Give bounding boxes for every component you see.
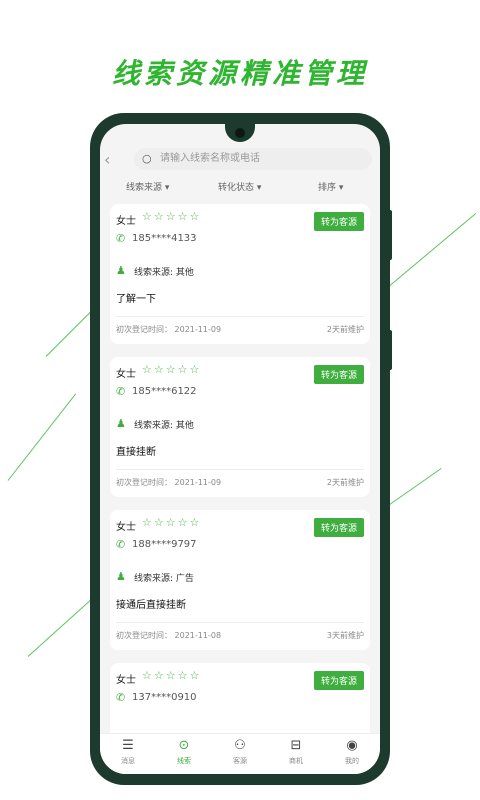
clue-note: 接通后直接挂断 [116, 600, 186, 611]
filter-bar: 线索来源 ▾ 转化状态 ▾ 排序 ▾ [100, 178, 380, 196]
bottom-tab-bar: ☰ 消息 ⊙ 线索 ⚇ 客源 ⊟ 商机 ◉ 我的 [100, 733, 380, 774]
clue-note: 直接挂断 [116, 447, 156, 458]
phone-side-button [388, 330, 392, 370]
tab-label: 我的 [345, 757, 359, 765]
clue-card[interactable]: 女士 ☆☆☆☆☆ 转为客源 ✆ 185****6122 ♟ 线索来源: 其他 直… [110, 357, 370, 497]
contact-name: 女士 [116, 675, 136, 686]
phone-number: 185****4133 [132, 233, 197, 244]
filter-status[interactable]: 转化状态 ▾ [218, 180, 261, 193]
camera [235, 128, 245, 138]
convert-button[interactable]: 转为客源 [313, 365, 364, 384]
divider [116, 469, 364, 470]
source-icon: ♟ [116, 417, 126, 430]
tab-messages[interactable]: ☰ 消息 [100, 738, 156, 766]
top-bar: ‹ ○ 请输入线索名称或电话 [100, 144, 380, 174]
register-date: 初次登记时间： 2021-11-09 [116, 478, 222, 487]
last-maintained: 3天前维护 [326, 631, 364, 640]
last-maintained: 2天前维护 [326, 325, 364, 334]
business-icon: ⊟ [290, 738, 302, 753]
register-date: 初次登记时间： 2021-11-08 [116, 631, 222, 640]
phone-number: 185****6122 [132, 386, 197, 397]
search-placeholder: 请输入线索名称或电话 [160, 153, 260, 164]
register-date: 初次登记时间： 2021-11-09 [116, 325, 222, 334]
source-icon: ♟ [116, 570, 126, 583]
profile-icon: ◉ [346, 738, 358, 753]
contact-name: 女士 [116, 369, 136, 380]
star-rating: ☆☆☆☆☆ [142, 669, 202, 682]
phone-number: 188****9797 [132, 539, 197, 550]
source-icon: ♟ [116, 264, 126, 277]
convert-button[interactable]: 转为客源 [313, 671, 364, 690]
clue-card[interactable]: 女士 ☆☆☆☆☆ 转为客源 ✆ 185****4133 ♟ 线索来源: 其他 了… [110, 204, 370, 344]
last-maintained: 2天前维护 [326, 478, 364, 487]
convert-button[interactable]: 转为客源 [313, 518, 364, 537]
clue-source: 线索来源: 其他 [134, 421, 194, 431]
phone-icon[interactable]: ✆ [116, 538, 125, 551]
decor-line [383, 212, 477, 291]
search-icon: ○ [142, 152, 152, 165]
divider [116, 622, 364, 623]
message-icon: ☰ [122, 738, 134, 753]
phone-number: 137****0910 [132, 692, 197, 703]
divider [116, 316, 364, 317]
app-screen: ‹ ○ 请输入线索名称或电话 线索来源 ▾ 转化状态 ▾ 排序 ▾ 女士 ☆☆☆… [100, 124, 380, 774]
clue-card[interactable]: 女士 ☆☆☆☆☆ 转为客源 ✆ 188****9797 ♟ 线索来源: 广告 接… [110, 510, 370, 650]
customers-icon: ⚇ [234, 738, 246, 753]
tab-label: 商机 [289, 757, 303, 765]
phone-side-button [388, 210, 392, 260]
phone-icon[interactable]: ✆ [116, 232, 125, 245]
contact-name: 女士 [116, 216, 136, 227]
contact-name: 女士 [116, 522, 136, 533]
back-icon[interactable]: ‹ [104, 150, 110, 169]
tab-clues[interactable]: ⊙ 线索 [156, 738, 212, 766]
tab-label: 客源 [233, 757, 247, 765]
decor-line [7, 393, 77, 481]
tab-customers[interactable]: ⚇ 客源 [212, 738, 268, 766]
clue-note: 了解一下 [116, 294, 156, 305]
tab-label: 消息 [121, 757, 135, 765]
filter-sort[interactable]: 排序 ▾ [318, 180, 343, 193]
star-rating: ☆☆☆☆☆ [142, 516, 202, 529]
phone-icon[interactable]: ✆ [116, 385, 125, 398]
search-input[interactable]: ○ 请输入线索名称或电话 [134, 148, 372, 170]
phone-icon[interactable]: ✆ [116, 691, 125, 704]
tab-business[interactable]: ⊟ 商机 [268, 738, 324, 766]
tab-label: 线索 [177, 757, 191, 765]
clue-source: 线索来源: 其他 [134, 268, 194, 278]
clue-source: 线索来源: 广告 [134, 574, 194, 584]
decor-line [383, 467, 442, 509]
star-rating: ☆☆☆☆☆ [142, 210, 202, 223]
tab-profile[interactable]: ◉ 我的 [324, 738, 380, 766]
convert-button[interactable]: 转为客源 [313, 212, 364, 231]
star-rating: ☆☆☆☆☆ [142, 363, 202, 376]
clue-icon: ⊙ [178, 738, 190, 753]
filter-source[interactable]: 线索来源 ▾ [126, 180, 169, 193]
headline: 线索资源精准管理 [111, 57, 368, 90]
